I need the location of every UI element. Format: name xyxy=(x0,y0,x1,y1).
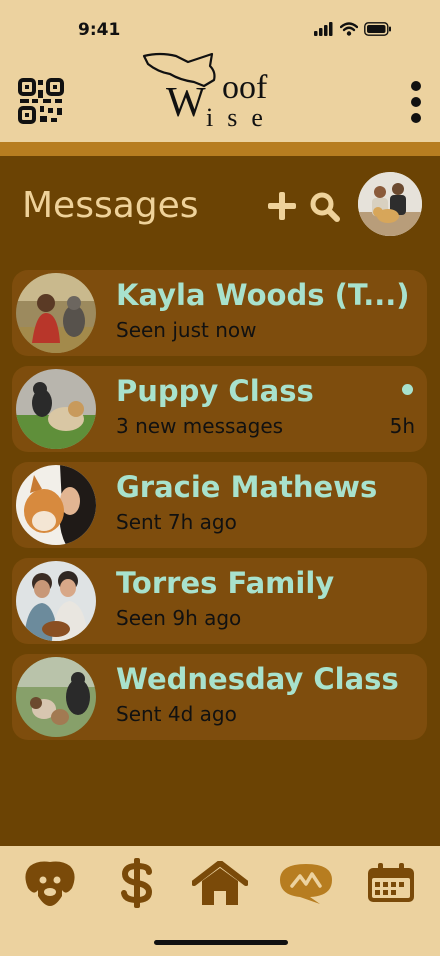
avatar xyxy=(16,657,96,737)
calendar-icon xyxy=(368,863,414,902)
nav-calendar[interactable] xyxy=(361,858,421,908)
conversation-status: 3 new messages xyxy=(116,414,284,438)
header-divider xyxy=(0,142,440,156)
qr-code-icon[interactable] xyxy=(18,78,64,124)
conversation-status: Seen just now xyxy=(116,318,257,342)
conversation-name: Torres Family xyxy=(116,566,335,600)
battery-icon xyxy=(364,22,391,36)
conversation-item[interactable]: Gracie Mathews Sent 7h ago xyxy=(12,462,427,548)
conversation-status: Seen 9h ago xyxy=(116,606,242,630)
conversation-name: Gracie Mathews xyxy=(116,470,378,504)
page-title: Messages xyxy=(22,185,199,226)
conversation-item[interactable]: Wednesday Class Sent 4d ago xyxy=(12,654,427,740)
conversation-name: Kayla Woods (T...) xyxy=(116,278,410,312)
nav-dog[interactable] xyxy=(20,858,80,908)
chat-bubble-icon xyxy=(280,864,332,904)
avatar xyxy=(16,465,96,545)
more-vertical-icon[interactable] xyxy=(410,80,422,124)
signal-icon xyxy=(314,22,333,36)
app-header: 9:41 W oof ise xyxy=(0,0,440,142)
nav-messages[interactable] xyxy=(276,858,336,908)
home-indicator xyxy=(154,940,288,945)
unread-indicator xyxy=(402,384,413,395)
dollar-icon xyxy=(121,858,153,908)
bottom-nav xyxy=(0,846,440,956)
wifi-icon xyxy=(340,22,358,36)
nav-payments[interactable] xyxy=(107,858,167,908)
search-icon[interactable] xyxy=(310,192,340,222)
woofwise-logo: W oof ise xyxy=(140,50,290,132)
conversation-item[interactable]: Puppy Class 3 new messages 5h xyxy=(12,366,427,452)
conversation-time: 5h xyxy=(389,414,415,438)
conversation-name: Puppy Class xyxy=(116,374,314,408)
status-time: 9:41 xyxy=(78,20,121,40)
plus-icon[interactable] xyxy=(268,192,296,220)
svg-text:oof: oof xyxy=(222,69,268,106)
conversation-name: Wednesday Class xyxy=(116,662,399,696)
status-icons xyxy=(314,22,392,36)
nav-home[interactable] xyxy=(190,858,250,908)
avatar xyxy=(16,369,96,449)
conversation-status: Sent 4d ago xyxy=(116,702,237,726)
conversation-item[interactable]: Kayla Woods (T...) Seen just now xyxy=(12,270,427,356)
avatar xyxy=(16,273,96,353)
svg-text:W: W xyxy=(166,80,206,126)
user-avatar[interactable] xyxy=(358,172,422,236)
svg-text:ise: ise xyxy=(206,103,277,130)
avatar xyxy=(16,561,96,641)
conversation-item[interactable]: Torres Family Seen 9h ago xyxy=(12,558,427,644)
conversation-status: Sent 7h ago xyxy=(116,510,237,534)
home-icon xyxy=(192,861,248,905)
dog-icon xyxy=(25,861,75,906)
